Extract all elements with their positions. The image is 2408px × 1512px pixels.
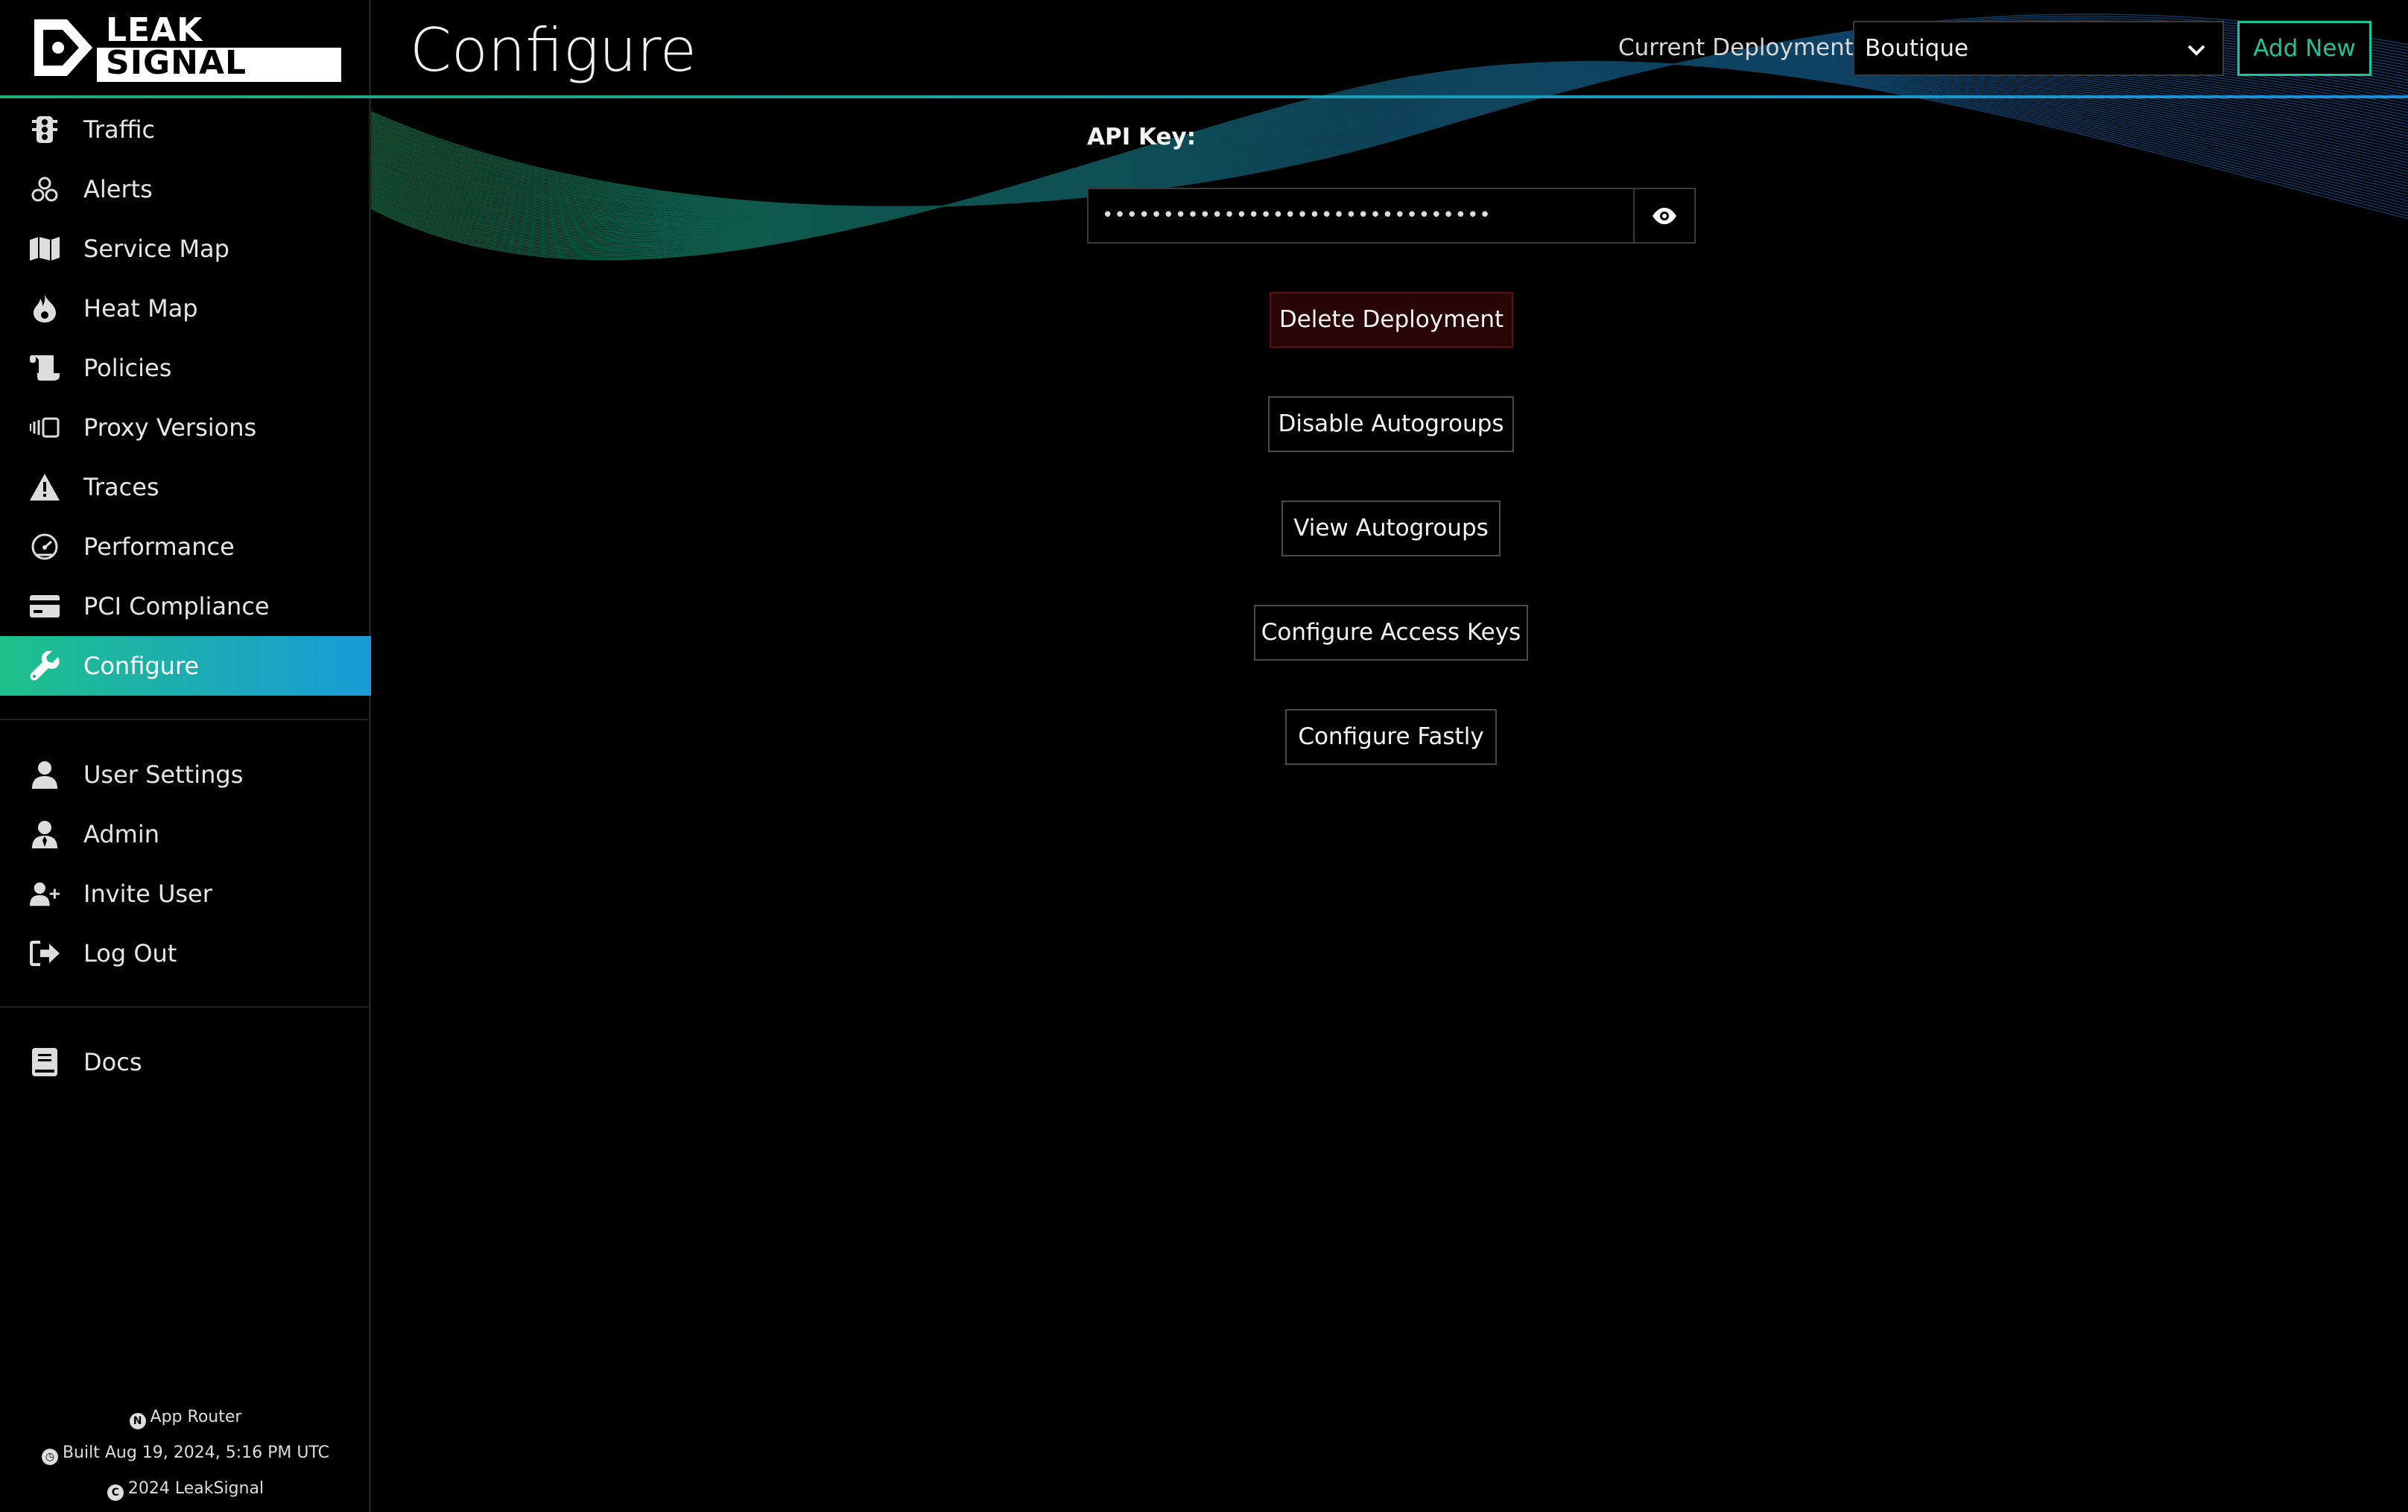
- toggle-visibility-button[interactable]: [1633, 189, 1694, 242]
- nextjs-icon: N: [129, 1413, 146, 1429]
- book-icon: [30, 1048, 60, 1076]
- sidebar-item-service-map[interactable]: Service Map: [0, 219, 371, 279]
- deployment-select[interactable]: Boutique: [1853, 21, 2224, 76]
- chevron-down-icon: [2187, 45, 2205, 56]
- clock-icon: ◷: [41, 1449, 58, 1465]
- sidebar-item-label: Admin: [83, 820, 159, 848]
- deployment-select-value: Boutique: [1865, 35, 1969, 62]
- footer-router-text: App Router: [150, 1408, 242, 1426]
- sidebar-item-configure[interactable]: Configure: [0, 636, 371, 696]
- fire-icon: [30, 294, 60, 323]
- credit-card-icon: [30, 593, 60, 620]
- sidebar-item-policies[interactable]: Policies: [0, 338, 371, 398]
- sidebar-divider: [0, 719, 371, 720]
- sidebar-item-traffic[interactable]: Traffic: [0, 100, 371, 159]
- sidebar-item-label: Log Out: [83, 939, 177, 968]
- footer-build-info: ◷ Built Aug 19, 2024, 5:16 PM UTC: [0, 1443, 371, 1465]
- sidebar-item-traces[interactable]: Traces: [0, 457, 371, 517]
- sidebar-item-label: Heat Map: [83, 294, 198, 323]
- wrench-icon: [30, 651, 60, 681]
- sidebar-item-admin[interactable]: Admin: [0, 804, 371, 864]
- sidebar-item-label: Policies: [83, 354, 172, 382]
- logout-icon: [30, 940, 60, 967]
- footer-app-router: N App Router: [0, 1408, 371, 1429]
- sidebar-item-label: Service Map: [83, 235, 229, 263]
- configure-access-keys-button[interactable]: Configure Access Keys: [1254, 605, 1528, 661]
- sidebar-item-label: Performance: [83, 533, 235, 561]
- sidebar-item-heat-map[interactable]: Heat Map: [0, 279, 371, 338]
- copyright-icon: C: [107, 1484, 124, 1501]
- sidebar-item-label: Traces: [83, 473, 159, 501]
- logo-mark-icon: [28, 13, 97, 82]
- leaksignal-logo[interactable]: LEAK SIGNAL: [28, 13, 341, 82]
- sidebar-item-label: Traffic: [83, 115, 156, 144]
- sidebar-divider: [0, 1006, 371, 1008]
- disable-autogroups-button[interactable]: Disable Autogroups: [1268, 396, 1514, 452]
- eye-icon: [1653, 207, 1676, 224]
- api-key-masked-value: ••••••••••••••••••••••••••••••••: [1102, 204, 1492, 226]
- gauge-icon: [30, 533, 60, 560]
- add-new-button[interactable]: Add New: [2237, 21, 2371, 76]
- header-accent-rule: [0, 95, 2408, 98]
- footer-copyright: C 2024 LeakSignal: [0, 1479, 371, 1501]
- sidebar-item-label: PCI Compliance: [83, 592, 270, 620]
- sidebar-item-log-out[interactable]: Log Out: [0, 924, 371, 983]
- sidebar-item-user-settings[interactable]: User Settings: [0, 745, 371, 804]
- sidebar-item-label: Proxy Versions: [83, 413, 257, 442]
- page-title: Configure: [410, 16, 697, 85]
- sidebar-item-performance[interactable]: Performance: [0, 517, 371, 576]
- user-plus-icon: [30, 880, 60, 907]
- sidebar: LEAK SIGNAL Traffic Alerts Service Map H…: [0, 0, 371, 1512]
- delete-deployment-button[interactable]: Delete Deployment: [1270, 292, 1513, 348]
- scroll-icon: [30, 355, 60, 381]
- footer-built-text: Built Aug 19, 2024, 5:16 PM UTC: [62, 1443, 330, 1462]
- alerts-icon: [30, 176, 60, 203]
- sidebar-item-proxy-versions[interactable]: Proxy Versions: [0, 398, 371, 457]
- api-key-label: API Key:: [1087, 124, 1197, 150]
- admin-user-icon: [30, 821, 60, 848]
- traffic-light-icon: [30, 116, 60, 143]
- sidebar-item-label: Configure: [83, 652, 200, 680]
- sidebar-item-label: Docs: [83, 1048, 142, 1076]
- current-deployment-label: Current Deployment:: [1618, 34, 1862, 61]
- footer-copyright-text: 2024 LeakSignal: [127, 1479, 264, 1498]
- sidebar-item-alerts[interactable]: Alerts: [0, 159, 371, 219]
- sidebar-item-docs[interactable]: Docs: [0, 1032, 371, 1092]
- proxy-versions-icon: [30, 414, 60, 441]
- sidebar-item-label: Invite User: [83, 880, 212, 908]
- logo-text-leak: LEAK: [106, 11, 203, 49]
- logo-text-signal: SIGNAL: [106, 44, 247, 82]
- sidebar-item-invite-user[interactable]: Invite User: [0, 864, 371, 924]
- api-key-field[interactable]: ••••••••••••••••••••••••••••••••: [1087, 188, 1696, 244]
- sidebar-item-label: Alerts: [83, 175, 153, 203]
- map-icon: [30, 235, 60, 262]
- user-icon: [30, 761, 60, 789]
- sidebar-item-label: User Settings: [83, 760, 244, 789]
- configure-fastly-button[interactable]: Configure Fastly: [1285, 709, 1497, 765]
- sidebar-item-pci-compliance[interactable]: PCI Compliance: [0, 576, 371, 636]
- view-autogroups-button[interactable]: View Autogroups: [1281, 501, 1501, 556]
- warning-triangle-icon: [30, 474, 60, 501]
